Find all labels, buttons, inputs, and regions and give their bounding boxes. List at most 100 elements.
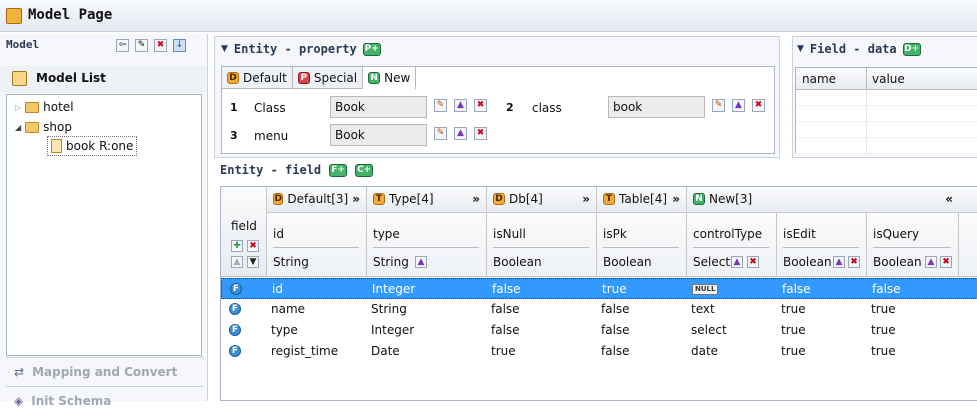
tree-item-hotel[interactable]: ▷ hotel: [15, 98, 74, 116]
delete-icon[interactable]: ✖: [747, 256, 759, 268]
fold-icon[interactable]: «: [945, 192, 953, 206]
delete-icon[interactable]: ✖: [752, 99, 765, 112]
collapse-triangle-icon[interactable]: ▼: [797, 44, 804, 54]
table-row[interactable]: F id Integer false true NULL false false: [221, 278, 977, 299]
cell[interactable]: id: [272, 282, 283, 296]
col-name[interactable]: name: [802, 72, 836, 86]
cell[interactable]: false: [491, 302, 520, 316]
class-field[interactable]: Book: [330, 96, 427, 118]
cell[interactable]: false: [491, 323, 520, 337]
tab-default[interactable]: D Default: [222, 67, 293, 89]
move-up-icon[interactable]: ▲: [454, 99, 467, 112]
group-new[interactable]: N New[3] «: [687, 187, 959, 211]
col-type[interactable]: type String ▲: [367, 213, 487, 277]
init-schema-item[interactable]: ◈ Init Schema: [6, 386, 204, 414]
cell[interactable]: true: [602, 282, 627, 296]
mapping-convert-item[interactable]: ⇄ Mapping and Convert: [6, 357, 204, 385]
expand-arrow-icon[interactable]: ▷: [15, 103, 21, 112]
col-isquery[interactable]: isQuery Boolean ▲ ✖: [867, 213, 959, 277]
edit-icon[interactable]: ✎: [434, 99, 447, 112]
collapse-triangle-icon[interactable]: ▼: [221, 44, 228, 54]
group-db[interactable]: D Db[4] »: [487, 187, 597, 211]
cell[interactable]: false: [601, 302, 630, 316]
move-up-icon[interactable]: ▲: [925, 256, 937, 268]
group-table[interactable]: T Table[4] »: [597, 187, 687, 211]
col-name: id: [273, 227, 284, 241]
col-value[interactable]: value: [872, 72, 905, 86]
cell[interactable]: true: [781, 302, 806, 316]
cell[interactable]: String: [371, 302, 407, 316]
model-toolbar: ⇦ ✎ ✖ ↓: [116, 39, 186, 52]
col-id[interactable]: id String: [267, 213, 367, 277]
add-field-icon[interactable]: F+: [329, 163, 348, 177]
cell[interactable]: false: [782, 282, 811, 296]
col-sep: [693, 247, 769, 248]
move-up-icon[interactable]: ▲: [732, 99, 745, 112]
folder-open-icon: [25, 121, 40, 133]
row-up-icon[interactable]: ▲: [231, 256, 243, 268]
cell[interactable]: true: [871, 323, 896, 337]
table-row[interactable]: F regist_time Date true false date true …: [221, 341, 977, 362]
delete-icon[interactable]: ✖: [848, 256, 860, 268]
move-up-icon[interactable]: ▲: [415, 256, 427, 268]
cell[interactable]: true: [871, 344, 896, 358]
expand-icon[interactable]: »: [672, 192, 680, 206]
cell[interactable]: name: [271, 302, 305, 316]
delete-model-icon[interactable]: ✖: [154, 39, 167, 52]
row-down-icon[interactable]: ▼: [247, 256, 259, 268]
delete-row-icon[interactable]: ✖: [247, 240, 259, 252]
group-type[interactable]: T Type[4] »: [367, 187, 487, 211]
col-isedit[interactable]: isEdit Boolean ▲ ✖: [777, 213, 867, 277]
delete-icon[interactable]: ✖: [474, 99, 487, 112]
group-default[interactable]: D Default[3] »: [267, 187, 367, 211]
col-type: Boolean: [493, 255, 542, 269]
import-icon[interactable]: ⇦: [116, 39, 129, 52]
col-controltype[interactable]: controlType Select ▲ ✖: [687, 213, 777, 277]
expand-icon[interactable]: »: [352, 192, 360, 206]
sort-az-icon[interactable]: ↓: [173, 39, 186, 52]
tree-item-shop[interactable]: ◢ shop: [15, 118, 72, 136]
property-tabs: D Default P Special N New: [222, 67, 417, 89]
cell[interactable]: text: [691, 302, 715, 316]
delete-icon[interactable]: ✖: [474, 127, 487, 140]
cell[interactable]: false: [601, 344, 630, 358]
add-data-icon[interactable]: D+: [902, 42, 921, 56]
cell[interactable]: false: [601, 323, 630, 337]
edit-icon[interactable]: ✎: [434, 127, 447, 140]
cell[interactable]: select: [691, 323, 727, 337]
cell[interactable]: true: [781, 344, 806, 358]
col-isnull[interactable]: isNull Boolean: [487, 213, 597, 277]
cell[interactable]: false: [872, 282, 901, 296]
col-name: isQuery: [873, 227, 920, 241]
menu-field[interactable]: Book: [330, 124, 427, 146]
cell[interactable]: date: [691, 344, 718, 358]
collapse-arrow-icon[interactable]: ◢: [15, 123, 21, 132]
move-up-icon[interactable]: ▲: [833, 256, 845, 268]
delete-icon[interactable]: ✖: [940, 256, 952, 268]
table-row[interactable]: F type Integer false false select true t…: [221, 320, 977, 341]
edit-icon[interactable]: ✎: [712, 99, 725, 112]
tree-item-book[interactable]: book R:one: [47, 136, 138, 156]
add-column-icon[interactable]: C+: [355, 163, 374, 177]
cell[interactable]: true: [781, 323, 806, 337]
cell[interactable]: true: [871, 302, 896, 316]
cell[interactable]: true: [491, 344, 516, 358]
add-property-icon[interactable]: P+: [362, 42, 381, 56]
table-row[interactable]: F name String false false text true true: [221, 299, 977, 320]
tab-special[interactable]: P Special: [292, 67, 364, 89]
edit-model-icon[interactable]: ✎: [135, 39, 148, 52]
tab-new[interactable]: N New: [363, 67, 417, 89]
expand-icon[interactable]: »: [472, 192, 480, 206]
cell[interactable]: type: [271, 323, 298, 337]
cell[interactable]: regist_time: [271, 344, 338, 358]
add-row-icon[interactable]: ✚: [231, 240, 243, 252]
cell[interactable]: Integer: [372, 282, 415, 296]
class-name-field[interactable]: book: [608, 96, 705, 118]
cell[interactable]: Date: [371, 344, 400, 358]
move-up-icon[interactable]: ▲: [731, 256, 743, 268]
expand-icon[interactable]: »: [582, 192, 590, 206]
move-up-icon[interactable]: ▲: [454, 127, 467, 140]
col-ispk[interactable]: isPk Boolean: [597, 213, 687, 277]
cell[interactable]: Integer: [371, 323, 414, 337]
cell[interactable]: false: [492, 282, 521, 296]
